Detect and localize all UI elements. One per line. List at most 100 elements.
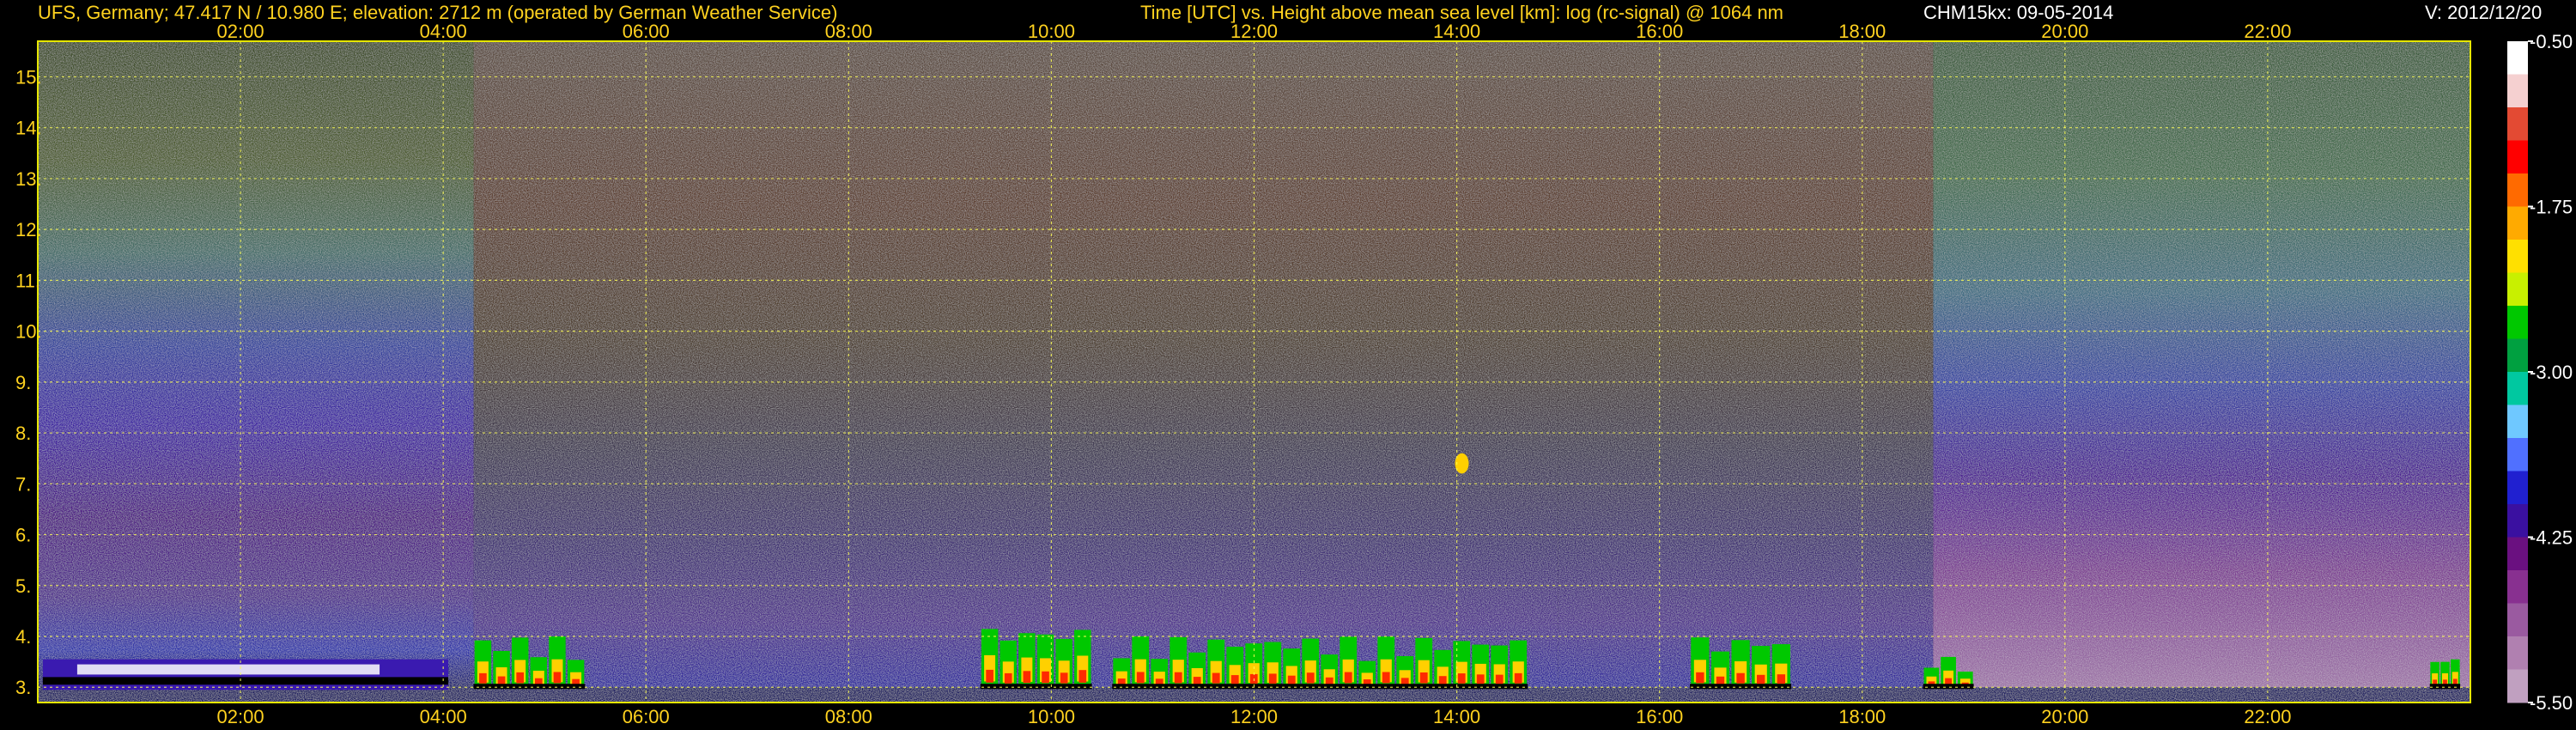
convective-base (1923, 684, 1974, 690)
convective-base (980, 684, 1092, 690)
x-tick-label-bottom: 16:00 (1636, 706, 1683, 727)
convective-core-strong (516, 672, 525, 684)
colorbar-swatch (2507, 669, 2528, 703)
x-tick-label-bottom: 08:00 (825, 706, 872, 727)
x-tick-label-top: 14:00 (1433, 21, 1480, 42)
colorbar-swatch (2507, 438, 2528, 471)
y-tick-label: 4. (15, 626, 31, 648)
y-tick-label: 12. (15, 219, 42, 240)
x-ticks-bottom: 02:00 04:00 06:00 08:00 10:00 12:00 14:00 16:00… (217, 706, 2292, 727)
convective-core-strong (497, 676, 506, 684)
signal-region-layer (42, 659, 449, 690)
convective-core-strong (479, 672, 487, 684)
convective-core-strong (1716, 676, 1725, 684)
x-tick-label-bottom: 10:00 (1028, 706, 1075, 727)
x-tick-label-bottom: 14:00 (1433, 706, 1480, 727)
y-tick-label: 5. (15, 575, 31, 597)
convective-core-strong (1060, 672, 1068, 684)
heatmap-band (473, 41, 1558, 703)
convective-core-strong (1174, 672, 1182, 684)
colorbar-tick-label: -5.50 (2530, 692, 2573, 714)
convective-core-strong (1382, 672, 1390, 684)
convective-core-strong (1495, 674, 1504, 684)
convective-core-strong (1212, 672, 1220, 684)
colorbar-swatch (2507, 41, 2528, 75)
convective-core-strong (1400, 678, 1409, 685)
y-tick-label: 14. (15, 118, 42, 139)
colorbar-swatch (2507, 372, 2528, 405)
x-tick-label-top: 18:00 (1838, 21, 1886, 42)
layer-boundary (76, 664, 380, 675)
convective-core-strong (1287, 675, 1296, 684)
convective-core-strong (1344, 672, 1352, 684)
heatmap-band (1933, 41, 2470, 703)
colorbar-tick-label: -1.75 (2530, 197, 2573, 218)
x-tick-label-bottom: 22:00 (2244, 706, 2291, 727)
x-tick-label-bottom: 02:00 (217, 706, 264, 727)
colorbar-swatch (2507, 636, 2528, 670)
y-tick-label: 15. (15, 66, 42, 88)
layer-body (42, 659, 449, 690)
colorbar-swatch (2507, 405, 2528, 439)
convective-core-strong (1042, 671, 1049, 684)
layer-base (42, 677, 449, 685)
colorbar-tick-label: -3.00 (2530, 362, 2573, 383)
convective-base (1690, 684, 1792, 690)
convective-base (2429, 684, 2461, 690)
x-tick-label-top: 22:00 (2244, 21, 2291, 42)
y-tick-label: 8. (15, 423, 31, 444)
colorbar-swatch (2507, 173, 2528, 207)
x-tick-label-top: 02:00 (217, 21, 264, 42)
colorbar-swatch (2507, 306, 2528, 339)
convective-core-strong (1514, 672, 1522, 684)
x-tick-label-top: 04:00 (420, 21, 467, 42)
convective-core-strong (1696, 672, 1704, 684)
colorbar-swatch (2507, 570, 2528, 604)
heatmap-band (1558, 41, 1934, 703)
x-tick-label-bottom: 06:00 (623, 706, 670, 727)
x-tick-label-bottom: 20:00 (2041, 706, 2088, 727)
convective-core-strong (1023, 671, 1031, 684)
y-tick-label: 13. (15, 168, 42, 190)
convective-core-strong (1136, 672, 1145, 684)
colorbar-swatch (2507, 272, 2528, 307)
convective-core-strong (1306, 672, 1315, 684)
convective-base (1112, 684, 1528, 690)
x-tick-label-top: 20:00 (2041, 21, 2088, 42)
signal-region-convective (1690, 637, 1792, 690)
colorbar-swatch (2507, 107, 2528, 141)
convective-core-strong (1736, 672, 1745, 684)
y-tick-label: 9. (15, 372, 31, 393)
colorbar-swatch (2507, 140, 2528, 174)
x-tick-label-top: 12:00 (1230, 21, 1278, 42)
x-tick-label-top: 08:00 (825, 21, 872, 42)
convective-core-strong (1325, 677, 1334, 685)
y-tick-label: 10. (15, 321, 42, 343)
convective-core-strong (1078, 670, 1087, 683)
convective-core-strong (1457, 673, 1466, 684)
convective-core-strong (1777, 674, 1786, 684)
convective-core-strong (1756, 674, 1765, 684)
convective-core-strong (1230, 675, 1239, 684)
convective-core-strong (1438, 676, 1447, 684)
x-tick-label-bottom: 18:00 (1838, 706, 1886, 727)
convective-core-strong (1419, 672, 1428, 684)
header-version: V: 2012/12/20 (2425, 2, 2542, 23)
convective-core-strong (1004, 672, 1012, 684)
x-tick-label-top: 16:00 (1636, 21, 1683, 42)
colorbar-swatch (2507, 471, 2528, 505)
colorbar-swatch (2507, 603, 2528, 637)
colorbar-swatch (2507, 338, 2528, 373)
colorbar-swatch (2507, 74, 2528, 108)
x-tick-label-bottom: 12:00 (1230, 706, 1278, 727)
colorbar: -0.50 -1.75 -3.00 -4.25 -5.50 (2507, 31, 2573, 714)
x-tick-label-top: 10:00 (1028, 21, 1075, 42)
x-tick-label-top: 06:00 (623, 21, 670, 42)
heatmap-band (38, 41, 474, 703)
convective-core-strong (553, 672, 562, 684)
y-tick-label: 6. (15, 525, 31, 546)
convective-core-strong (1268, 673, 1277, 684)
y-tick-label: 7. (15, 473, 31, 495)
convective-core-strong (1193, 677, 1201, 684)
convective-core-strong (986, 669, 993, 683)
